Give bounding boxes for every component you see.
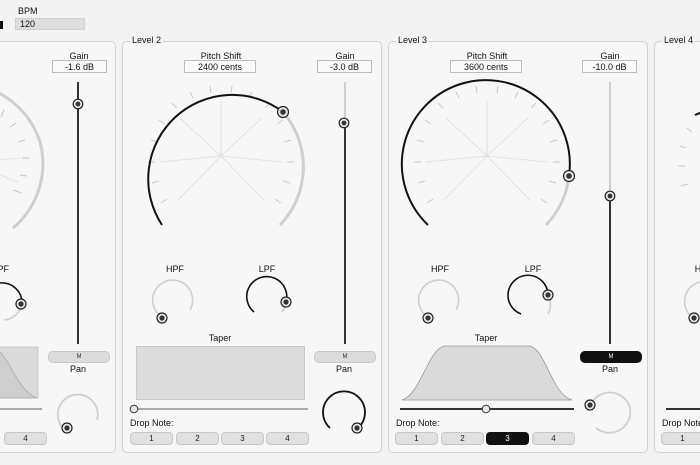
- level4-drop-note-1[interactable]: 1: [661, 432, 700, 445]
- level4-drop-note-label: Drop Note:: [662, 418, 700, 428]
- level4-hpf-knob[interactable]: [0, 0, 700, 465]
- level4-taper-slider-track: [666, 408, 700, 410]
